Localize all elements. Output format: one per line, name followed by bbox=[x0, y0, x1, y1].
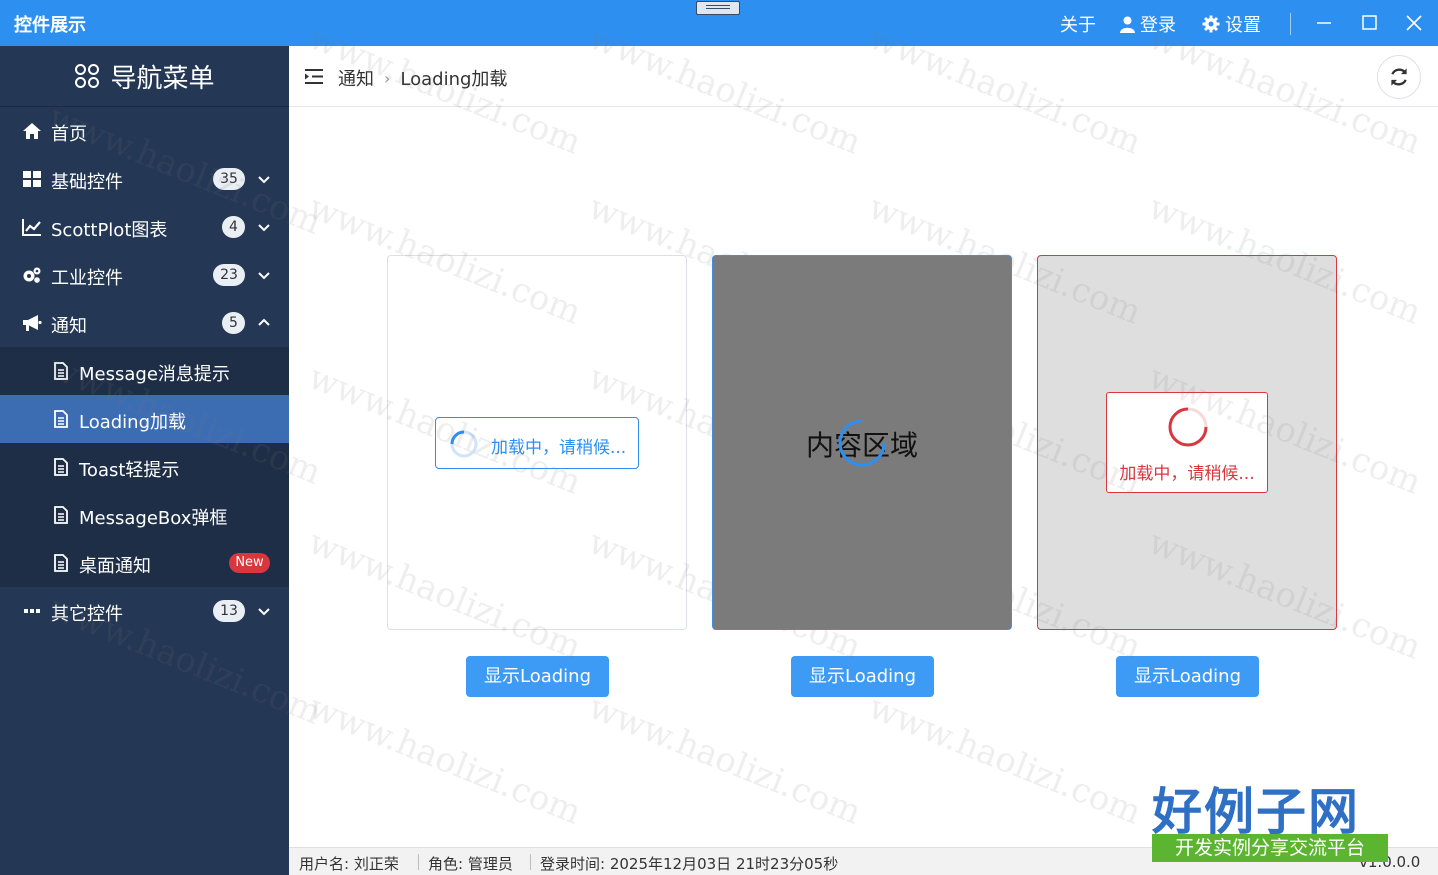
count-badge: 23 bbox=[213, 264, 245, 286]
watermark: www.haolizi.com bbox=[863, 687, 1147, 833]
sidebar-title: 导航菜单 bbox=[110, 63, 215, 94]
sidebar-item-basic-controls[interactable]: 基础控件 35 bbox=[0, 155, 289, 203]
document-icon bbox=[54, 362, 68, 380]
about-menu[interactable]: 关于 bbox=[1060, 11, 1096, 37]
title-bar: 控件展示 关于 登录 设置 bbox=[0, 0, 1438, 46]
watermark: www.haolizi.com bbox=[303, 687, 587, 833]
status-divider bbox=[530, 854, 531, 870]
ellipsis-icon bbox=[24, 609, 40, 613]
loading-demo-panel-2: 内容区域 bbox=[712, 255, 1012, 630]
count-badge: 35 bbox=[213, 168, 245, 190]
gear-icon bbox=[1202, 15, 1220, 33]
sidebar-item-label: ScottPlot图表 bbox=[51, 220, 168, 241]
breadcrumb-parent[interactable]: 通知 bbox=[338, 65, 374, 91]
sidebar-item-message[interactable]: Message消息提示 bbox=[0, 347, 289, 395]
status-role: 角色: 管理员 bbox=[428, 855, 513, 873]
apps-icon bbox=[75, 64, 100, 88]
sidebar-item-label: 基础控件 bbox=[51, 172, 123, 193]
menu-collapse-icon[interactable] bbox=[304, 68, 324, 85]
sidebar-item-label: Toast轻提示 bbox=[79, 460, 180, 481]
count-badge: 5 bbox=[222, 312, 245, 334]
chart-line-icon bbox=[22, 219, 41, 236]
show-loading-button-1[interactable]: 显示Loading bbox=[466, 656, 609, 697]
sidebar-item-label: 桌面通知 bbox=[79, 556, 151, 577]
sidebar-item-label: Loading加载 bbox=[79, 412, 187, 433]
spinner-icon bbox=[838, 419, 886, 467]
chevron-down-icon bbox=[258, 176, 270, 184]
status-user: 用户名: 刘正荣 bbox=[299, 855, 399, 873]
sidebar-item-label: MessageBox弹框 bbox=[79, 508, 228, 529]
new-badge: New bbox=[229, 553, 270, 573]
user-icon bbox=[1120, 16, 1135, 33]
sidebar-item-messagebox[interactable]: MessageBox弹框 bbox=[0, 491, 289, 539]
sidebar-item-label: 通知 bbox=[51, 316, 87, 337]
sidebar-item-industrial[interactable]: 工业控件 23 bbox=[0, 251, 289, 299]
loading-indicator: 加载中，请稍候... bbox=[1106, 392, 1268, 493]
maximize-button[interactable] bbox=[1352, 6, 1386, 40]
document-icon bbox=[54, 554, 68, 572]
home-icon bbox=[23, 123, 41, 139]
sidebar-item-toast[interactable]: Toast轻提示 bbox=[0, 443, 289, 491]
content-header: 通知 › Loading加载 bbox=[289, 46, 1438, 107]
spinner-icon bbox=[1168, 407, 1208, 447]
titlebar-divider bbox=[1290, 13, 1291, 35]
sidebar-item-desktop-notification[interactable]: 桌面通知 New bbox=[0, 539, 289, 587]
bullhorn-icon bbox=[23, 315, 42, 331]
refresh-button[interactable] bbox=[1377, 55, 1421, 99]
sidebar-item-label: 工业控件 bbox=[51, 268, 123, 289]
chevron-down-icon bbox=[258, 608, 270, 616]
document-icon bbox=[54, 458, 68, 476]
breadcrumb-current: Loading加载 bbox=[400, 69, 508, 90]
status-version: v1.0.0.0 bbox=[1359, 853, 1421, 871]
sidebar-item-other[interactable]: 其它控件 13 bbox=[0, 587, 289, 635]
settings-menu[interactable]: 设置 bbox=[1202, 11, 1261, 37]
sidebar-item-label: 其它控件 bbox=[51, 604, 123, 625]
gears-icon bbox=[23, 267, 41, 283]
chevron-up-icon bbox=[258, 318, 270, 326]
spinner-icon bbox=[450, 430, 478, 458]
count-badge: 13 bbox=[213, 600, 245, 622]
show-loading-button-3[interactable]: 显示Loading bbox=[1116, 656, 1259, 697]
loading-demo-panel-3: 加载中，请稍候... bbox=[1037, 255, 1337, 630]
sidebar-item-label: Message消息提示 bbox=[79, 364, 230, 385]
chevron-down-icon bbox=[258, 224, 270, 232]
document-icon bbox=[54, 506, 68, 524]
brand-name: 好例子网 bbox=[1152, 782, 1360, 841]
sidebar-item-home[interactable]: 首页 bbox=[0, 107, 289, 155]
show-loading-button-2[interactable]: 显示Loading bbox=[791, 656, 934, 697]
watermark: www.haolizi.com bbox=[583, 687, 867, 833]
login-menu[interactable]: 登录 bbox=[1120, 11, 1176, 37]
status-login-time: 登录时间: 2025年12月03日 21时23分05秒 bbox=[540, 855, 839, 873]
sidebar: 导航菜单 首页 基础控件 35 ScottPlot图表 4 工业控件 23 通知… bbox=[0, 46, 289, 875]
chevron-down-icon bbox=[258, 272, 270, 280]
status-divider bbox=[418, 854, 419, 870]
drag-handle[interactable] bbox=[696, 1, 740, 15]
loading-indicator: 加载中，请稍候... bbox=[435, 417, 639, 469]
close-button[interactable] bbox=[1397, 6, 1431, 40]
loading-text: 加载中，请稍候... bbox=[1119, 464, 1255, 484]
settings-label: 设置 bbox=[1225, 15, 1261, 36]
window-title: 控件展示 bbox=[14, 15, 86, 36]
document-icon bbox=[54, 410, 68, 428]
sidebar-item-notification[interactable]: 通知 5 bbox=[0, 299, 289, 347]
sidebar-header: 导航菜单 bbox=[0, 46, 289, 107]
count-badge: 4 bbox=[222, 216, 245, 238]
sidebar-item-loading[interactable]: Loading加载 bbox=[0, 395, 289, 443]
about-label: 关于 bbox=[1060, 15, 1096, 36]
sidebar-item-scottplot[interactable]: ScottPlot图表 4 bbox=[0, 203, 289, 251]
loading-text: 加载中，请稍候... bbox=[491, 438, 627, 458]
breadcrumb: 通知 › Loading加载 bbox=[338, 65, 507, 91]
sidebar-item-label: 首页 bbox=[51, 124, 87, 145]
minimize-button[interactable] bbox=[1307, 6, 1341, 40]
status-bar: 用户名: 刘正荣 角色: 管理员 登录时间: 2025年12月03日 21时23… bbox=[289, 847, 1438, 875]
grid-icon bbox=[23, 171, 41, 187]
login-label: 登录 bbox=[1140, 15, 1176, 36]
breadcrumb-separator-icon: › bbox=[384, 68, 391, 88]
loading-demo-panel-1: 加载中，请稍候... bbox=[387, 255, 687, 630]
